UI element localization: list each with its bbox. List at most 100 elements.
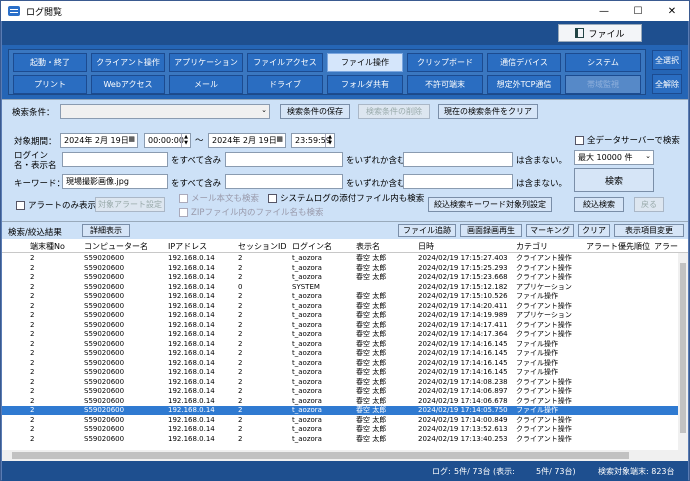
horizontal-scrollbar[interactable]: [2, 450, 688, 461]
table-row[interactable]: 2 S59020600 192.168.0.14 2 t_aozora 春空 太郎 2024…: [2, 349, 678, 358]
table-row[interactable]: 2 S59020600 192.168.0.14 2 t_aozora 春空 太郎 2024…: [2, 359, 678, 368]
column-header[interactable]: コンピューター名: [84, 241, 148, 252]
minimize-button[interactable]: —: [587, 1, 621, 21]
category-button[interactable]: メール: [169, 75, 243, 94]
table-row[interactable]: 2 S59020600 192.168.0.14 2 t_aozora 春空 太郎 2024…: [2, 264, 678, 273]
clear-marking-button[interactable]: クリア: [578, 224, 610, 237]
detail-button[interactable]: 詳細表示: [82, 224, 130, 237]
table-cell: クライアント操作: [516, 387, 572, 395]
category-button[interactable]: クライアント操作: [91, 53, 165, 72]
category-button[interactable]: 起動・終了: [13, 53, 87, 72]
category-button[interactable]: 不許可端末: [407, 75, 483, 94]
table-row[interactable]: 2 S59020600 192.168.0.14 2 t_aozora 春空 太郎 2024…: [2, 435, 678, 444]
calendar-icon: ▦: [128, 135, 135, 143]
keyword-exclude-input[interactable]: [403, 174, 513, 189]
table-row[interactable]: 2 S59020600 192.168.0.14 2 t_aozora 春空 太郎 2024…: [2, 311, 678, 320]
spinner-icon[interactable]: ▲ ▼: [181, 134, 190, 147]
maximize-button[interactable]: ☐: [621, 1, 655, 21]
table-row[interactable]: 2 S59020600 192.168.0.14 2 t_aozora 春空 太郎 2024…: [2, 254, 678, 263]
category-button[interactable]: クリップボード: [407, 53, 483, 72]
mail-body-checkbox[interactable]: [179, 194, 188, 203]
table-cell: 2024/02/19 17:14:19.989: [418, 311, 508, 319]
deselect-all-button[interactable]: 全解除: [652, 74, 682, 94]
table-row[interactable]: 2 S59020600 192.168.0.14 2 t_aozora 春空 太郎 2024…: [2, 397, 678, 406]
login-all-input[interactable]: [62, 152, 168, 167]
vertical-scrollbar[interactable]: [678, 253, 688, 450]
category-button[interactable]: フォルダ共有: [327, 75, 403, 94]
back-button[interactable]: 戻る: [634, 197, 664, 212]
table-cell: クライアント操作: [516, 396, 572, 405]
table-cell: 2: [238, 415, 243, 424]
category-button[interactable]: 想定外TCP通信: [487, 75, 561, 94]
table-row[interactable]: 2 S59020600 192.168.0.14 2 t_aozora 春空 太郎 2024…: [2, 416, 678, 425]
zip-checkbox[interactable]: [179, 208, 188, 217]
all-servers-checkbox[interactable]: [575, 136, 584, 145]
category-button[interactable]: ファイル操作: [327, 53, 403, 72]
date-from-picker[interactable]: 2024年 2月 19日 ▦: [60, 133, 138, 148]
spinner-icon[interactable]: ▲ ▼: [325, 134, 334, 147]
file-trace-button[interactable]: ファイル追跡: [398, 224, 456, 237]
category-button[interactable]: アプリケーション: [169, 53, 243, 72]
table-row[interactable]: 2 S59020600 192.168.0.14 2 t_aozora 春空 太郎 2024…: [2, 387, 678, 396]
narrow-search-button[interactable]: 絞込検索: [574, 197, 624, 212]
table-cell: 2024/02/19 17:15:23.668: [418, 273, 508, 281]
table-row[interactable]: 2 S59020600 192.168.0.14 2 t_aozora 春空 太郎 2024…: [2, 273, 678, 282]
login-any-input[interactable]: [225, 152, 343, 167]
column-header[interactable]: ログイン名: [292, 241, 332, 252]
clear-condition-button[interactable]: 現在の検索条件をクリア: [438, 104, 538, 119]
table-row[interactable]: 2 S59020600 192.168.0.14 0 SYSTEM 2024/02/19 …: [2, 283, 678, 292]
delete-condition-button[interactable]: 検索条件の削除: [358, 104, 430, 119]
marking-button[interactable]: マーキング: [526, 224, 574, 237]
column-header[interactable]: アラート優先順位: [586, 241, 650, 252]
category-button[interactable]: ドライブ: [247, 75, 323, 94]
table-row[interactable]: 2 S59020600 192.168.0.14 2 t_aozora 春空 太郎 2024…: [2, 330, 678, 339]
screen-replay-button[interactable]: 画面録画再生: [460, 224, 522, 237]
category-button[interactable]: プリント: [13, 75, 87, 94]
column-header[interactable]: 端末種No: [30, 241, 65, 252]
table-row[interactable]: 2 S59020600 192.168.0.14 2 t_aozora 春空 太郎 2024…: [2, 406, 678, 415]
select-all-button[interactable]: 全選択: [652, 50, 682, 70]
time-from-input[interactable]: 00:00:00 ▲ ▼: [144, 133, 191, 148]
time-to-input[interactable]: 23:59:59 ▲ ▼: [291, 133, 335, 148]
table-row[interactable]: 2 S59020600 192.168.0.14 2 t_aozora 春空 太郎 2024…: [2, 321, 678, 330]
syslog-attach-checkbox[interactable]: [268, 194, 277, 203]
login-exclude-input[interactable]: [403, 152, 513, 167]
table-row[interactable]: 2 S59020600 192.168.0.14 2 t_aozora 春空 太郎 2024…: [2, 368, 678, 377]
keyword-any-input[interactable]: [225, 174, 343, 189]
column-header[interactable]: カテゴリ: [516, 241, 548, 252]
date-to-picker[interactable]: 2024年 2月 19日 ▦: [208, 133, 286, 148]
target-alert-settings-button[interactable]: 対象アラート設定: [95, 197, 165, 212]
scroll-thumb[interactable]: [680, 263, 686, 433]
close-button[interactable]: ✕: [655, 1, 689, 21]
file-menu-button[interactable]: ファイル: [558, 24, 642, 42]
search-condition-select[interactable]: ⌄: [60, 104, 270, 119]
table-cell: 2: [30, 349, 35, 357]
alert-only-checkbox[interactable]: [16, 201, 25, 210]
column-header[interactable]: セッションID: [238, 241, 287, 252]
table-row[interactable]: 2 S59020600 192.168.0.14 2 t_aozora 春空 太郎 2024…: [2, 425, 678, 434]
category-button[interactable]: 通信デバイス: [487, 53, 561, 72]
column-header[interactable]: 表示名: [356, 241, 380, 252]
table-row[interactable]: 2 S59020600 192.168.0.14 2 t_aozora 春空 太郎 2024…: [2, 340, 678, 349]
scroll-thumb[interactable]: [12, 452, 629, 459]
keyword-all-input[interactable]: 現場撮影画像.jpg: [62, 174, 168, 189]
table-cell: クライアント操作: [516, 301, 572, 310]
change-columns-button[interactable]: 表示項目変更: [614, 224, 684, 237]
column-header[interactable]: アラー: [654, 241, 678, 252]
category-button[interactable]: システム: [565, 53, 641, 72]
column-header[interactable]: 日時: [418, 241, 434, 252]
table-cell: t_aozora: [292, 349, 322, 357]
table-row[interactable]: 2 S59020600 192.168.0.14 2 t_aozora 春空 太郎 2024…: [2, 302, 678, 311]
search-button[interactable]: 検索: [574, 168, 654, 192]
save-condition-button[interactable]: 検索条件の保存: [280, 104, 350, 119]
category-button[interactable]: Webアクセス: [91, 75, 165, 94]
narrow-keyword-settings-button[interactable]: 絞込検索キーワード対象列設定: [428, 197, 552, 212]
category-button[interactable]: 帯域監視: [565, 75, 641, 94]
column-header[interactable]: IPアドレス: [168, 241, 207, 252]
table-cell: 192.168.0.14: [168, 320, 215, 329]
table-row[interactable]: 2 S59020600 192.168.0.14 2 t_aozora 春空 太郎 2024…: [2, 378, 678, 387]
table-row[interactable]: 2 S59020600 192.168.0.14 2 t_aozora 春空 太郎 2024…: [2, 292, 678, 301]
category-button[interactable]: ファイルアクセス: [247, 53, 323, 72]
max-count-select[interactable]: 最大 10000 件 ⌄: [574, 150, 654, 165]
table-cell: S59020600: [84, 254, 125, 262]
